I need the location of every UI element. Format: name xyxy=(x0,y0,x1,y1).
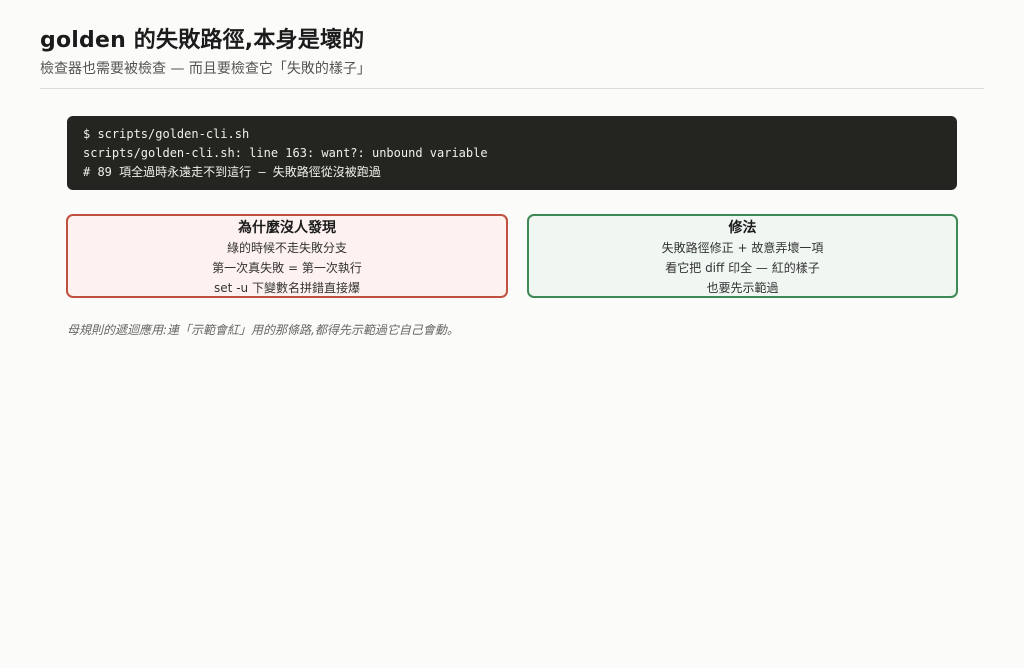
terminal-comment-line: # 89 項全過時永遠走不到這行 — 失敗路徑從沒被跑過 xyxy=(83,165,381,179)
why-unnoticed-title: 為什麼沒人發現 xyxy=(238,220,336,236)
footnote: 母規則的遞迴應用:連「示範會紅」用的那條路,都得先示範過它自己會動。 xyxy=(67,323,459,337)
terminal-block: $ scripts/golden-cli.sh scripts/golden-c… xyxy=(67,116,957,190)
fix-line: 看它把 diff 印全 — 紅的樣子 xyxy=(665,261,820,275)
header-divider xyxy=(40,88,984,89)
why-unnoticed-line: 第一次真失敗 = 第一次執行 xyxy=(212,261,362,275)
why-unnoticed-card: 為什麼沒人發現 綠的時候不走失敗分支 第一次真失敗 = 第一次執行 set -u… xyxy=(66,214,508,298)
terminal-error-line: scripts/golden-cli.sh: line 163: want?: … xyxy=(83,146,488,160)
fix-card: 修法 失敗路徑修正 + 故意弄壞一項 看它把 diff 印全 — 紅的樣子 也要… xyxy=(527,214,958,298)
why-unnoticed-line: 綠的時候不走失敗分支 xyxy=(226,241,347,255)
page-subtitle: 檢查器也需要被檢查 — 而且要檢查它「失敗的樣子」 xyxy=(40,61,371,77)
why-unnoticed-line: set -u 下變數名拼錯直接爆 xyxy=(214,281,360,295)
page-title: golden 的失敗路徑,本身是壞的 xyxy=(40,28,365,53)
terminal-command-line: $ scripts/golden-cli.sh xyxy=(83,127,250,141)
fix-line: 也要先示範過 xyxy=(706,281,779,295)
fix-line: 失敗路徑修正 + 故意弄壞一項 xyxy=(661,241,824,255)
page-header: golden 的失敗路徑,本身是壞的 檢查器也需要被檢查 — 而且要檢查它「失敗… xyxy=(40,26,984,79)
fix-title: 修法 xyxy=(728,220,757,236)
